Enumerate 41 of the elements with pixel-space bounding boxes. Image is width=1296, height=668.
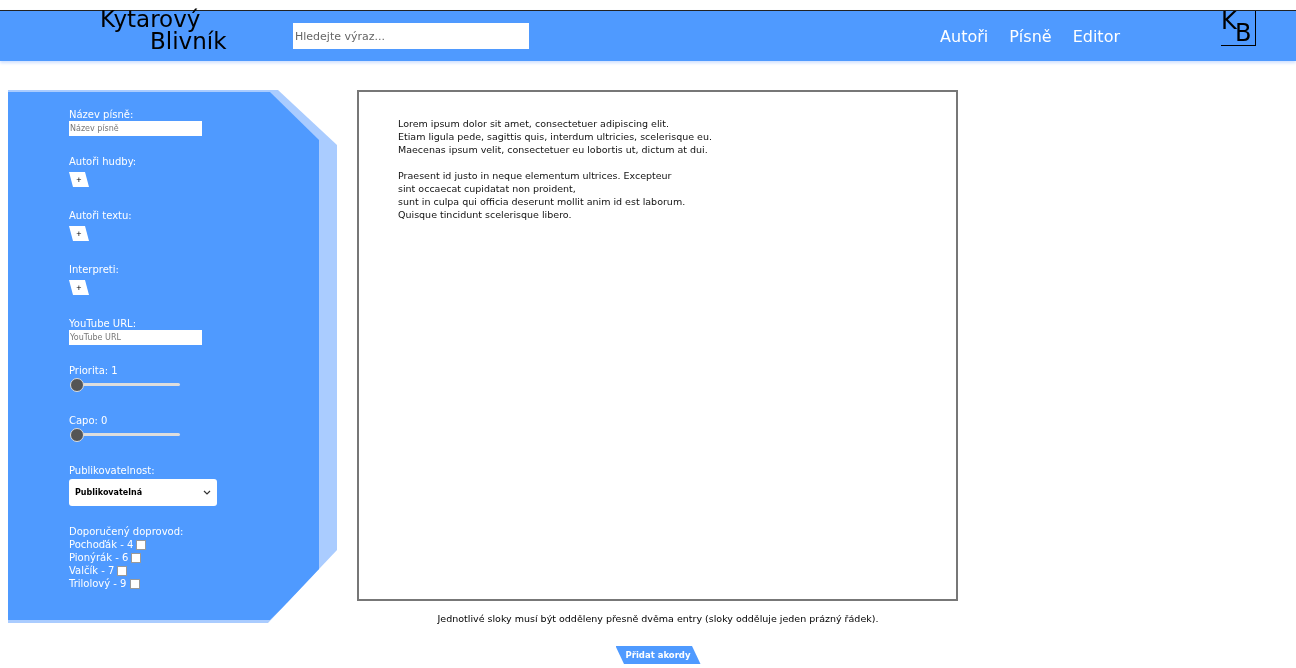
field-label: YouTube URL: [69, 317, 137, 330]
slider[interactable] [70, 428, 180, 442]
field-label: Publikovatelnost: [69, 464, 155, 477]
checkbox[interactable] [117, 565, 128, 576]
text-field[interactable]: YouTube URL [69, 330, 202, 345]
field-label: Interpreti: [69, 263, 119, 276]
field-label: Autoři hudby: [69, 155, 137, 168]
hint-text: Jednotlivé sloky musí být odděleny přesně dvěma entry (sloky odděluje jeden prázný řádek). [437, 613, 879, 624]
text-field[interactable]: Název písně [69, 121, 202, 136]
lyrics-line: Etiam ligula pede, sagittis quis, interdum ultricies, scelerisque eu. [398, 130, 712, 143]
add-button[interactable]: + [69, 172, 89, 187]
checkbox[interactable] [131, 552, 142, 563]
dropdown[interactable]: Publikovatelná [69, 479, 217, 506]
lyrics-editor[interactable] [357, 90, 958, 601]
lyrics-line: sunt in culpa qui officia deserunt mollit anim id est laborum. [398, 195, 686, 208]
lyrics-line: Praesent id justo in neque elementum ultrices. Excepteur [398, 169, 672, 182]
add-button[interactable]: + [69, 226, 89, 241]
slider-thumb[interactable] [70, 378, 84, 392]
lyrics-line: Maecenas ipsum velit, consectetuer eu lobortis ut, dictum at dui. [398, 143, 708, 156]
lyrics-line: sint occaecat cupidatat non proident, [398, 182, 576, 195]
option-label: Valčík - 7 [69, 564, 115, 577]
lyrics-line: Quisque tincidunt scelerisque libero. [398, 208, 572, 221]
search-field[interactable]: Hledejte výraz... [293, 23, 529, 49]
field-label: Capo: 0 [69, 414, 108, 427]
option-label: Pochoďák - 4 [69, 538, 134, 551]
logo-text: Kytarový [100, 8, 201, 30]
option-label: Trilolový - 9 [69, 577, 127, 590]
field-label: Priorita: 1 [69, 364, 118, 377]
add-button[interactable]: + [69, 280, 89, 295]
slider-thumb[interactable] [70, 428, 84, 442]
field-label: Název písně: [69, 108, 134, 121]
checkbox[interactable] [129, 578, 140, 589]
chevron-down-icon [203, 489, 211, 496]
logo-text: Blivník [150, 30, 227, 52]
kb-logo[interactable]: KB [1221, 11, 1256, 46]
field-label: Doporučený doprovod: [69, 525, 184, 538]
checkbox[interactable] [136, 539, 147, 550]
option-label: Pionýrák - 6 [69, 551, 129, 564]
slider[interactable] [70, 378, 180, 392]
field-label: Autoři textu: [69, 209, 132, 222]
lyrics-line: Lorem ipsum dolor sit amet, consectetuer adipiscing elit. [398, 117, 669, 130]
